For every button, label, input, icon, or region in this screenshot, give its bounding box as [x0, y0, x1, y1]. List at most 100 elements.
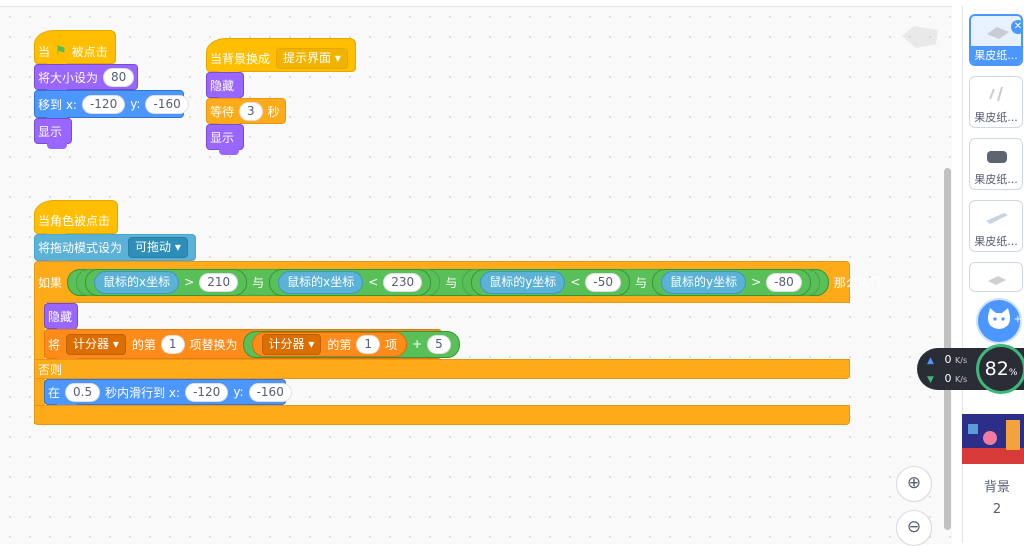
- drag-mode-value: 可拖动: [135, 240, 172, 254]
- when-sprite-clicked-hat[interactable]: 当角色被点击: [34, 200, 118, 239]
- plus-symbol: +: [412, 337, 423, 351]
- go-to-x-input[interactable]: -120: [81, 94, 126, 114]
- add-value-input[interactable]: 5: [427, 334, 451, 354]
- hide-label-2: 隐藏: [210, 78, 235, 93]
- gt-operator-4[interactable]: 鼠标的y坐标 > -80: [652, 268, 811, 296]
- when-flag-clicked-hat[interactable]: 当 ⚑ 被点击: [34, 30, 116, 69]
- if-label: 如果: [38, 275, 63, 290]
- upload-arrow-icon: ▲: [927, 356, 934, 366]
- when-backdrop-switches-hat[interactable]: 当背景换成 提示界面 ▾: [206, 38, 356, 77]
- size-input[interactable]: 80: [103, 67, 135, 87]
- sprite-thumb-4[interactable]: 果皮纸...: [969, 200, 1023, 252]
- cond-value-1[interactable]: 210: [199, 272, 239, 292]
- download-value: 0: [944, 372, 952, 385]
- item-suffix: 项: [385, 337, 398, 352]
- stage-label: 背景: [983, 480, 1010, 495]
- drag-mode-label: 将拖动模式设为: [38, 241, 123, 255]
- and-label-2: 与: [445, 275, 458, 290]
- sprite-name-3: 果皮纸...: [974, 173, 1018, 186]
- sprite-thumb-2[interactable]: 果皮纸...: [969, 76, 1023, 128]
- mouse-y-reporter-2[interactable]: 鼠标的y坐标: [661, 270, 747, 294]
- show-block[interactable]: 显示: [34, 118, 72, 149]
- lt-operator-3[interactable]: 鼠标的y坐标 < -50: [471, 268, 630, 296]
- gt-operator-1[interactable]: 鼠标的x坐标 > 210: [85, 268, 248, 296]
- set-size-block[interactable]: 将大小设为 80: [34, 64, 138, 95]
- else-bar[interactable]: 否则: [34, 359, 850, 379]
- list-dropdown[interactable]: 计分器 ▾: [66, 333, 126, 355]
- show-block-2[interactable]: 显示: [206, 124, 244, 155]
- replace-label-1: 将: [48, 337, 61, 352]
- else-label: 否则: [38, 362, 63, 377]
- op-symbol-3: <: [570, 275, 581, 289]
- backdrop-dropdown-value: 提示界面: [283, 50, 332, 65]
- hat-suffix: 被点击: [71, 44, 108, 59]
- stage-thumbnail[interactable]: [962, 414, 1024, 464]
- plus-icon: +: [1013, 314, 1022, 325]
- show-label-2: 显示: [210, 130, 235, 145]
- replace-label-3: 项替换为: [189, 337, 238, 352]
- glide-x-input[interactable]: -120: [185, 382, 229, 402]
- sprite-name-1: 果皮纸...: [971, 46, 1021, 64]
- item-index-input[interactable]: 1: [356, 334, 381, 354]
- upload-unit: K/s: [955, 356, 968, 365]
- wait-block[interactable]: 等待 3 秒: [206, 98, 286, 129]
- mouse-x-reporter-1[interactable]: 鼠标的x坐标: [94, 270, 180, 294]
- delete-sprite-icon[interactable]: ✕: [1011, 20, 1021, 34]
- glide-block[interactable]: 在 0.5 秒内滑行到 x: -120 y: -160: [44, 379, 292, 410]
- download-unit: K/s: [955, 375, 968, 384]
- go-to-y-input[interactable]: -160: [145, 94, 189, 114]
- glide-y-label: y:: [233, 385, 244, 399]
- and-operator-left[interactable]: 鼠标的x坐标 > 210 与 鼠标的x坐标 < 230: [76, 268, 441, 296]
- mouse-y-reporter-1[interactable]: 鼠标的y坐标: [480, 270, 566, 294]
- upload-row: ▲ 0 K/s: [927, 353, 967, 366]
- replace-item-block[interactable]: 将 计分器 ▾ 的第 1 项替换为 计分器 ▾ 的第 1 项 + 5: [44, 329, 460, 364]
- replace-index-input[interactable]: 1: [160, 334, 185, 354]
- zoom-in-button[interactable]: ⊕: [896, 466, 932, 502]
- stage-backdrop-icon: [962, 414, 1024, 464]
- add-operator[interactable]: 计分器 ▾ 的第 1 项 + 5: [242, 330, 460, 358]
- can-sprite-icon: [987, 151, 1007, 163]
- wait-input[interactable]: 3: [239, 101, 263, 121]
- cpu-unit: %: [1008, 368, 1018, 378]
- paper-sprite-icon: [986, 213, 1008, 224]
- backdrop-dropdown[interactable]: 提示界面 ▾: [276, 47, 348, 69]
- zoom-out-button[interactable]: ⊖: [896, 510, 932, 546]
- download-row: ▼ 0 K/s: [927, 372, 967, 385]
- and-operator-outer[interactable]: 鼠标的x坐标 > 210 与 鼠标的x坐标 < 230 与 鼠标的y坐标 < -…: [67, 268, 829, 296]
- drag-mode-dropdown[interactable]: 可拖动 ▾: [128, 237, 188, 258]
- glide-y-input[interactable]: -160: [248, 382, 292, 402]
- sprite-thumb-5-partial[interactable]: [969, 262, 1023, 292]
- green-flag-icon: ⚑: [55, 43, 67, 59]
- cond-value-3[interactable]: -50: [585, 272, 621, 292]
- cond-value-4[interactable]: -80: [766, 272, 802, 292]
- and-operator-right[interactable]: 鼠标的y坐标 < -50 与 鼠标的y坐标 > -80: [462, 268, 820, 296]
- wait-label: 等待: [210, 104, 235, 119]
- hide-block-3[interactable]: 隐藏: [44, 303, 78, 334]
- go-to-y-label: y:: [130, 97, 141, 111]
- set-size-label: 将大小设为: [38, 70, 99, 85]
- set-drag-mode-block[interactable]: 将拖动模式设为 可拖动 ▾: [34, 234, 196, 266]
- cpu-gauge: 82%: [976, 344, 1024, 394]
- sprite-thumb-1[interactable]: ✕ 果皮纸...: [969, 14, 1023, 66]
- zoom-out-icon: ⊖: [906, 517, 922, 537]
- paper-sprite-icon: [988, 276, 1006, 285]
- and-label-3: 与: [634, 275, 647, 290]
- glide-secs-input[interactable]: 0.5: [65, 382, 101, 402]
- add-sprite-button[interactable]: +: [976, 298, 1022, 344]
- sprite-thumb-3[interactable]: 果皮纸...: [969, 138, 1023, 190]
- item-list-dropdown[interactable]: 计分器 ▾: [261, 333, 322, 355]
- replace-label-2: 的第: [131, 337, 156, 352]
- go-to-xy-block[interactable]: 移到 x: -120 y: -160: [34, 90, 189, 123]
- mouse-x-reporter-2[interactable]: 鼠标的x坐标: [278, 270, 364, 294]
- cpu-value: 82: [984, 358, 1009, 380]
- item-of-list-reporter[interactable]: 计分器 ▾ 的第 1 项: [251, 331, 408, 357]
- cond-value-2[interactable]: 230: [383, 272, 423, 292]
- if-else-bottom[interactable]: [34, 405, 850, 425]
- hide-block-2[interactable]: 隐藏: [206, 72, 244, 103]
- list-dropdown-value: 计分器: [73, 336, 110, 351]
- sprite-name-4: 果皮纸...: [974, 235, 1018, 248]
- show-label: 显示: [38, 124, 63, 139]
- stage-backdrop-count: 2: [992, 502, 1002, 517]
- lt-operator-2[interactable]: 鼠标的x坐标 < 230: [269, 268, 432, 296]
- if-else-block-top[interactable]: 如果 鼠标的x坐标 > 210 与 鼠标的x坐标 < 230 与 鼠标的y坐标 …: [34, 261, 882, 303]
